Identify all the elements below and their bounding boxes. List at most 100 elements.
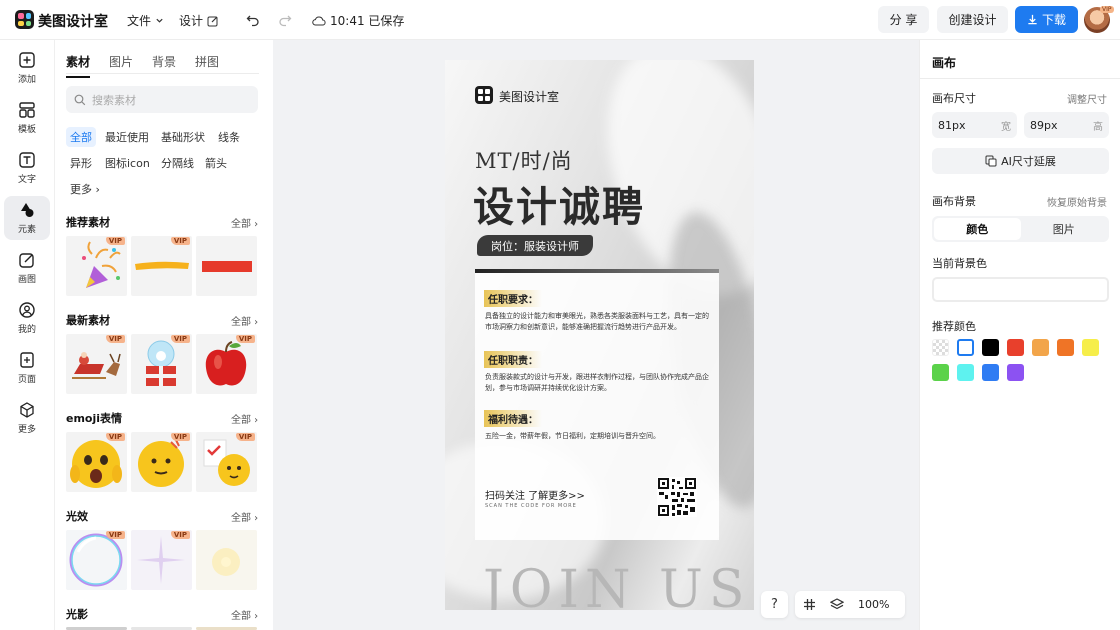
section-all-link[interactable]: 全部 › (231, 411, 258, 426)
nav-item-more[interactable]: 更多 (4, 396, 50, 440)
create-design-button[interactable]: 创建设计 (937, 6, 1008, 33)
search-input[interactable]: 搜索素材 (66, 86, 258, 113)
chip-irregular[interactable]: 异形 (66, 153, 96, 173)
materials-panel: 素材 图片 背景 拼图 搜索素材 全部 最近使用 基础形状 线条 异形 图标ic… (55, 40, 273, 630)
section-all-link[interactable]: 全部 › (231, 215, 258, 230)
section-all-link[interactable]: 全部 › (231, 509, 258, 524)
material-thumb[interactable]: VIP (196, 334, 257, 394)
poster-brand: 美图设计室 (499, 90, 560, 104)
material-thumb[interactable]: VIP (131, 530, 192, 590)
page-add-icon (20, 352, 34, 368)
ai-resize-icon (985, 155, 997, 167)
edit-icon (207, 16, 218, 26)
nav-item-add[interactable]: 添加 (4, 46, 50, 90)
material-thumb[interactable]: VIP (66, 334, 127, 394)
vip-badge: VIP (170, 531, 190, 539)
redo-button[interactable] (274, 9, 296, 31)
transparent-swatch[interactable] (932, 339, 949, 356)
nav-item-templates[interactable]: 模板 (4, 96, 50, 140)
material-thumb[interactable]: VIP (66, 236, 127, 296)
poster-info-card: 任职要求： 具备独立的设计能力和审美眼光，熟悉各类服装面料与工艺，具有一定的市场… (475, 269, 719, 540)
chip-more[interactable]: 更多 › (66, 179, 104, 199)
material-thumb[interactable]: VIP (66, 530, 127, 590)
material-thumb[interactable]: VIP (131, 432, 192, 492)
nav-item-mine[interactable]: 我的 (4, 296, 50, 340)
canvas-area: 美图设计室 MT/时/尚 设计诚聘 岗位：服装设计师 任职要求： 具备独立的设计… (273, 40, 919, 630)
user-icon (19, 302, 35, 318)
nav-item-elements[interactable]: 元素 (4, 196, 50, 240)
height-value: 89px (1030, 118, 1058, 132)
chip-all[interactable]: 全部 (66, 127, 96, 147)
thinking-emoji-icon (138, 437, 184, 487)
poster-title: 设计诚聘 (473, 183, 645, 231)
chip-basic-shapes[interactable]: 基础形状 (157, 127, 209, 147)
color-swatch[interactable] (957, 364, 974, 381)
material-thumb[interactable]: VIP (196, 432, 257, 492)
color-swatch[interactable] (1032, 339, 1049, 356)
tab-materials[interactable]: 素材 (66, 53, 91, 78)
material-thumb[interactable]: VIP (131, 236, 192, 296)
sparkle-icon (137, 536, 185, 584)
chip-lines[interactable]: 线条 (214, 127, 244, 147)
poster-canvas[interactable]: 美图设计室 MT/时/尚 设计诚聘 岗位：服装设计师 任职要求： 具备独立的设计… (445, 60, 754, 610)
share-button[interactable]: 分 享 (878, 6, 929, 33)
brush-stroke-icon (135, 261, 189, 270)
chip-recent[interactable]: 最近使用 (101, 127, 153, 147)
zoom-level[interactable]: 100% (858, 598, 889, 611)
color-swatch[interactable] (982, 339, 999, 356)
material-thumb[interactable]: VIP (66, 432, 127, 492)
search-icon (74, 94, 86, 105)
grid-icon[interactable] (803, 598, 816, 611)
app-logo-icon (15, 10, 34, 29)
seg-color[interactable]: 颜色 (934, 218, 1021, 240)
panel-tabs: 素材 图片 背景 拼图 (66, 53, 219, 78)
material-thumb[interactable] (196, 236, 257, 296)
height-field[interactable]: 89px 高 (1024, 112, 1109, 138)
nav-item-pages[interactable]: 页面 (4, 346, 50, 390)
color-swatch[interactable] (1082, 339, 1099, 356)
width-field[interactable]: 81px 宽 (932, 112, 1017, 138)
download-button[interactable]: 下载 (1015, 6, 1078, 33)
scared-emoji-icon (70, 440, 122, 488)
color-swatch[interactable] (1007, 364, 1024, 381)
all-link-label: 全部 (231, 415, 251, 426)
tab-images[interactable]: 图片 (109, 53, 133, 78)
save-status: 10:41 已保存 (312, 12, 404, 29)
undo-button[interactable] (242, 9, 264, 31)
adjust-size-link[interactable]: 调整尺寸 (1067, 91, 1107, 106)
material-thumb[interactable]: VIP (131, 334, 192, 394)
chip-icons[interactable]: 图标icon (101, 153, 154, 173)
nav-item-text[interactable]: 文字 (4, 146, 50, 190)
design-menu[interactable]: 设计 (179, 12, 219, 29)
vip-badge: VIP (235, 433, 255, 441)
undo-icon (246, 15, 259, 27)
tab-backgrounds[interactable]: 背景 (152, 53, 176, 78)
file-menu-label: 文件 (127, 14, 152, 28)
color-swatch[interactable] (982, 364, 999, 381)
current-bg-color-field[interactable] (932, 277, 1109, 302)
text-icon (19, 152, 35, 168)
vip-badge: VIP (105, 237, 125, 245)
restore-bg-link[interactable]: 恢复原始背景 (1047, 194, 1107, 209)
layers-icon[interactable] (830, 598, 844, 611)
section-title-light-shadow: 光影 (66, 608, 88, 621)
ai-extend-button[interactable]: AI尺寸延展 (932, 148, 1109, 174)
section-all-link[interactable]: 全部 › (231, 607, 258, 622)
color-swatch[interactable] (1057, 339, 1074, 356)
draw-icon (19, 253, 34, 268)
file-menu[interactable]: 文件 (127, 12, 164, 29)
nav-item-draw[interactable]: 画图 (4, 246, 50, 290)
color-swatch[interactable] (957, 339, 974, 356)
color-swatch[interactable] (1007, 339, 1024, 356)
chip-dividers[interactable]: 分隔线 (157, 153, 198, 173)
chip-arrows[interactable]: 箭头 (201, 153, 231, 173)
seg-image[interactable]: 图片 (1021, 218, 1108, 240)
height-unit: 高 (1093, 121, 1103, 133)
requirements-heading: 任职要求： (484, 290, 542, 307)
material-thumb[interactable] (196, 530, 257, 590)
help-button[interactable]: ? (761, 591, 788, 618)
nav-label: 页面 (17, 375, 36, 385)
tab-collage[interactable]: 拼图 (195, 53, 219, 78)
section-all-link[interactable]: 全部 › (231, 313, 258, 328)
color-swatch[interactable] (932, 364, 949, 381)
